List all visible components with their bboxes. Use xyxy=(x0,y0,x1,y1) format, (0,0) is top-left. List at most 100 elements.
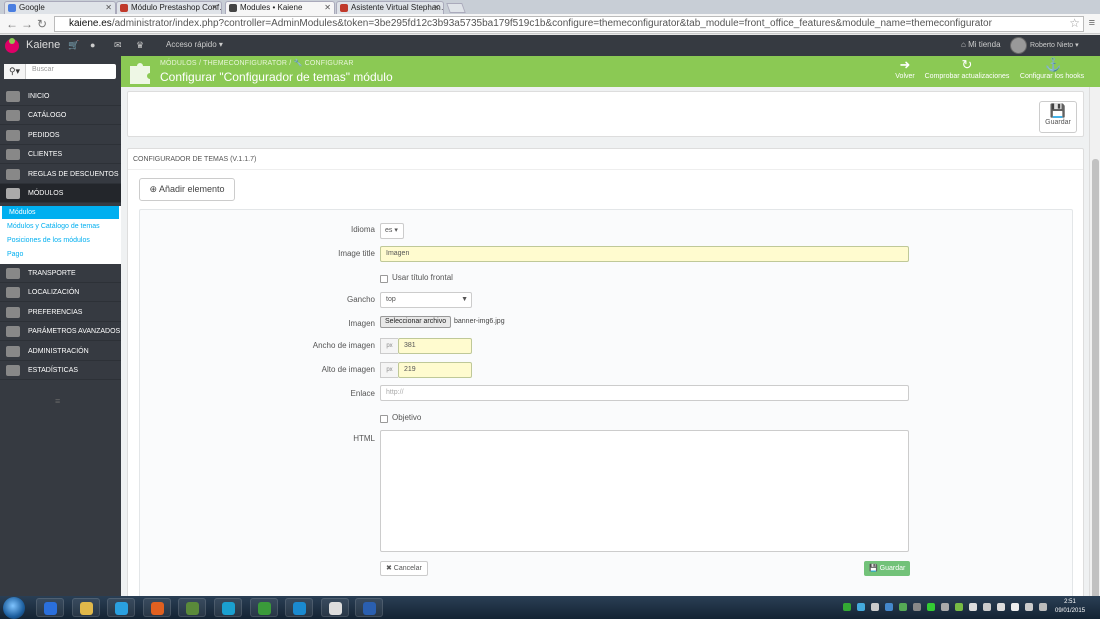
sidebar-item-reglas[interactable]: Reglas de descuentos xyxy=(0,165,121,184)
tray-icon[interactable] xyxy=(899,603,907,611)
tray-icon[interactable] xyxy=(913,603,921,611)
app-icon xyxy=(222,602,235,615)
browser-tab[interactable]: Asistente Virtual Stephan… ✕ xyxy=(336,1,444,14)
configure-hooks-button[interactable]: ⚓ Configurar los hooks xyxy=(1017,57,1087,81)
add-element-button[interactable]: ⊕ Añadir elemento xyxy=(139,178,235,201)
forward-arrow-icon[interactable]: → xyxy=(21,17,33,31)
cancel-button[interactable]: ✖ Cancelar xyxy=(380,561,428,576)
submenu-item-posiciones[interactable]: Posiciones de los módulos xyxy=(0,234,121,247)
anchor-icon: ⚓ xyxy=(1045,57,1062,72)
volume-icon[interactable] xyxy=(997,603,1005,611)
browser-menu-icon[interactable]: ≡ xyxy=(1089,17,1095,29)
browser-tab[interactable]: Google ✕ xyxy=(4,1,116,14)
battery-icon[interactable] xyxy=(1025,603,1033,611)
save-form-button[interactable]: 💾 Guardar xyxy=(864,561,911,576)
taskbar-app-button[interactable] xyxy=(285,598,313,617)
save-button[interactable]: 💾 Guardar xyxy=(1039,101,1077,133)
taskbar-app-button[interactable] xyxy=(250,598,278,617)
page-scrollbar[interactable] xyxy=(1089,87,1100,599)
taskbar-app-button[interactable] xyxy=(107,598,135,617)
start-button[interactable] xyxy=(3,597,25,619)
back-arrow-icon[interactable]: ← xyxy=(6,17,18,31)
sidebar-item-label: Localización xyxy=(28,289,80,296)
user-menu[interactable]: Roberto Nieto ▾ xyxy=(1030,41,1079,49)
sidebar-item-clientes[interactable]: Clientes xyxy=(0,145,121,164)
html-textarea[interactable] xyxy=(380,430,909,552)
tray-icon[interactable] xyxy=(955,603,963,611)
close-tab-icon[interactable]: ✕ xyxy=(324,2,331,13)
close-tab-icon[interactable]: ✕ xyxy=(211,2,218,13)
close-tab-icon[interactable]: ✕ xyxy=(105,2,112,13)
browser-tab-active[interactable]: Modules • Kaiene ✕ xyxy=(225,1,335,14)
customer-icon[interactable]: ● xyxy=(90,40,95,50)
sidebar-item-modulos[interactable]: Módulos xyxy=(0,184,121,203)
taskbar-app-button[interactable] xyxy=(143,598,171,617)
tray-icon[interactable] xyxy=(927,603,935,611)
sidebar-item-label: Reglas de descuentos xyxy=(28,171,119,178)
sidebar-item-pedidos[interactable]: Pedidos xyxy=(0,126,121,145)
sidebar-item-preferencias[interactable]: Preferencias xyxy=(0,303,121,322)
tray-icon[interactable] xyxy=(885,603,893,611)
check-updates-button[interactable]: ↻ Comprobar actualizaciones xyxy=(922,58,1012,81)
taskbar-app-button[interactable] xyxy=(72,598,100,617)
tray-icon[interactable] xyxy=(941,603,949,611)
tray-icon[interactable] xyxy=(843,603,851,611)
bookmark-star-icon[interactable]: ☆ xyxy=(1069,16,1080,30)
submenu-item-catalogo-temas[interactable]: Módulos y Catálogo de temas xyxy=(0,220,121,233)
browser-tab-label: Asistente Virtual Stephan… xyxy=(351,3,444,12)
language-select[interactable]: es ▾ xyxy=(380,223,404,239)
image-title-input[interactable]: Imagen xyxy=(380,246,909,262)
sidebar-item-estadisticas[interactable]: Estadísticas xyxy=(0,361,121,380)
submenu-item-modulos[interactable]: Módulos xyxy=(2,206,119,219)
system-clock[interactable]: 2:51 09/01/2015 xyxy=(1055,598,1085,616)
sidebar-item-transporte[interactable]: Transporte xyxy=(0,264,121,283)
search-input[interactable]: Buscar xyxy=(32,66,54,73)
reload-icon[interactable]: ↻ xyxy=(37,17,47,31)
sidebar-collapse-icon[interactable]: ≡ xyxy=(55,396,60,406)
close-tab-icon[interactable]: ✕ xyxy=(433,2,440,13)
hook-select[interactable]: top ▼ xyxy=(380,292,472,308)
message-icon[interactable]: ✉ xyxy=(114,40,122,51)
windows-taskbar: 2:51 09/01/2015 xyxy=(0,596,1100,619)
cart-icon[interactable]: 🛒 xyxy=(68,40,79,51)
search-icon[interactable]: ⚲▾ xyxy=(4,64,26,79)
sidebar-item-label: Preferencias xyxy=(28,309,83,316)
flag-icon[interactable] xyxy=(1011,603,1019,611)
url-input[interactable]: kaiene.es/administrator/index.php?contro… xyxy=(54,16,1084,32)
my-shop-link[interactable]: ⌂ Mi tienda xyxy=(961,40,1001,49)
back-button[interactable]: ➜ Volver xyxy=(891,58,919,81)
browser-tab[interactable]: Módulo Prestashop Conf… ✕ xyxy=(116,1,222,14)
tray-icon[interactable] xyxy=(857,603,865,611)
taskbar-app-button[interactable] xyxy=(214,598,242,617)
link-label: Enlace xyxy=(350,389,375,398)
target-checkbox[interactable] xyxy=(380,415,388,423)
sidebar-item-label: Catálogo xyxy=(28,112,67,119)
sidebar-item-localizacion[interactable]: Localización xyxy=(0,283,121,302)
speaker-icon[interactable] xyxy=(1039,603,1047,611)
quick-access-menu[interactable]: Acceso rápido ▾ xyxy=(166,40,223,49)
signal-icon[interactable] xyxy=(983,603,991,611)
tray-icon[interactable] xyxy=(871,603,879,611)
taskbar-app-button[interactable] xyxy=(36,598,64,617)
scrollbar-thumb[interactable] xyxy=(1092,159,1099,599)
taskbar-app-button[interactable] xyxy=(178,598,206,617)
link-input[interactable]: http:// xyxy=(380,385,909,401)
avatar[interactable] xyxy=(1010,37,1027,54)
submenu-item-pago[interactable]: Pago xyxy=(0,248,121,261)
taskbar-app-button[interactable] xyxy=(321,598,349,617)
new-tab-button[interactable] xyxy=(446,3,466,13)
px-addon: px xyxy=(380,338,398,354)
choose-file-button[interactable]: Seleccionar archivo xyxy=(380,316,452,328)
image-width-input[interactable]: 381 xyxy=(398,338,472,354)
sidebar-item-administracion[interactable]: Administración xyxy=(0,342,121,361)
use-front-title-checkbox[interactable] xyxy=(380,275,388,283)
taskbar-app-button[interactable] xyxy=(355,598,383,617)
site-favicon-icon xyxy=(340,4,348,12)
shop-name[interactable]: Kaiene xyxy=(26,39,60,51)
network-icon[interactable] xyxy=(969,603,977,611)
sidebar-item-catalogo[interactable]: Catálogo xyxy=(0,106,121,125)
image-height-input[interactable]: 219 xyxy=(398,362,472,378)
trophy-icon[interactable]: ♛ xyxy=(136,40,144,51)
sidebar-item-parametros[interactable]: Parámetros avanzados xyxy=(0,322,121,341)
sidebar-item-inicio[interactable]: Inicio xyxy=(0,87,121,106)
